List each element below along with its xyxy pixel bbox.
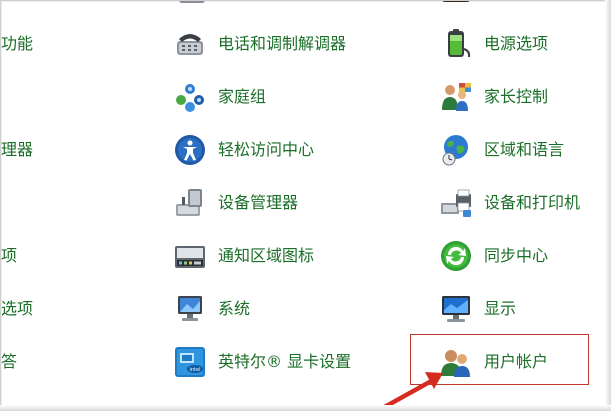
ease-of-access-item[interactable]: 轻松访问中心 [173,132,314,168]
intel-graphics-label: 英特尔® 显卡设置 [218,352,352,371]
system-item[interactable]: 系统 [173,291,250,327]
region-language-item[interactable]: 区域和语言 [439,132,564,168]
device-manager-icon [173,186,207,220]
devices-printers-label: 设备和打印机 [484,193,581,212]
control-panel-window: 功能 理器 项 选项 答 电话和调制解调器 家庭组 轻松访问中心 设备管理器 通… [0,0,611,411]
notification-area-label: 通知区域图标 [218,246,315,265]
left-item-label: 选项 [1,299,34,318]
power-options-icon [439,27,473,61]
left-item-label: 功能 [1,34,34,53]
device-manager-label: 设备管理器 [218,193,299,212]
homegroup-item[interactable]: 家庭组 [173,79,266,115]
power-options-label: 电源选项 [484,34,549,53]
bottom-edge-shadow [0,405,611,411]
left-item-1[interactable]: 理器 [1,132,33,168]
left-item-3[interactable]: 选项 [1,291,33,327]
left-item-label: 理器 [1,140,34,159]
display-icon [439,292,473,326]
system-icon [173,292,207,326]
partial-top-icon [439,1,473,13]
left-item-2[interactable]: 项 [1,238,17,274]
display-label: 显示 [484,299,517,318]
sync-center-icon [439,239,473,273]
right-edge-shadow [605,0,611,411]
sync-center-item[interactable]: 同步中心 [439,238,548,274]
parental-controls-label: 家长控制 [484,87,549,106]
partial-top-icon [175,1,209,13]
devices-printers-item[interactable]: 设备和打印机 [439,185,580,221]
display-item[interactable]: 显示 [439,291,516,327]
phone-modem-label: 电话和调制解调器 [218,34,347,53]
left-item-0[interactable]: 功能 [1,26,33,62]
device-manager-item[interactable]: 设备管理器 [173,185,298,221]
devices-printers-icon [439,186,473,220]
ease-of-access-label: 轻松访问中心 [218,140,315,159]
phone-modem-item[interactable]: 电话和调制解调器 [173,26,346,62]
parental-controls-item[interactable]: 家长控制 [439,79,548,115]
parental-controls-icon [439,80,473,114]
ease-of-access-icon [173,133,207,167]
notification-area-icon [173,239,207,273]
left-item-4[interactable]: 答 [1,344,17,380]
intel-graphics-icon: intel [173,345,207,379]
region-language-icon [439,133,473,167]
notification-area-item[interactable]: 通知区域图标 [173,238,314,274]
left-item-label: 答 [1,352,18,371]
intel-graphics-item[interactable]: intel 英特尔® 显卡设置 [173,344,351,380]
system-label: 系统 [218,299,251,318]
svg-text:intel: intel [190,367,201,373]
homegroup-label: 家庭组 [218,87,267,106]
homegroup-icon [173,80,207,114]
power-options-item[interactable]: 电源选项 [439,26,548,62]
phone-modem-icon [173,27,207,61]
sync-center-label: 同步中心 [484,246,549,265]
left-item-label: 项 [1,246,18,265]
region-language-label: 区域和语言 [484,140,565,159]
